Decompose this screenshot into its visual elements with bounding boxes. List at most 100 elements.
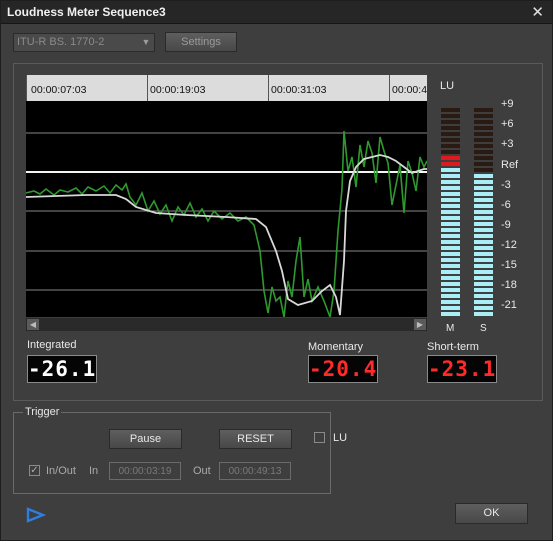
in-out-label: In/Out [46,465,76,477]
momentary-readout: -20.4 [308,355,378,383]
ruler-label: 00:00:19:03 [150,84,206,96]
meter-scale-label: +9 [501,98,514,111]
chevron-down-icon: ▼ [141,37,151,47]
momentary-label: Momentary [308,341,364,353]
meter-segment [441,312,460,316]
meter-segment [474,192,493,196]
graph-scrollbar[interactable]: ◀ ▶ [26,318,427,331]
lu-checkbox[interactable] [314,432,325,443]
loudness-graph: 00:00:07:03 00:00:19:03 00:00:31:03 00:0… [26,75,427,317]
meter-segment [474,204,493,208]
meter-segment [474,144,493,148]
meter-segment [441,276,460,280]
meter-segment [441,222,460,226]
meter-scale-label: -18 [501,278,517,291]
meter-segment [441,156,460,160]
meter-segment [441,186,460,190]
meter-scale-label: Ref [501,158,519,171]
meter-segment [474,240,493,244]
in-out-checkbox[interactable]: ✓ [29,465,40,476]
settings-button[interactable]: Settings [165,32,237,52]
meter-segment [474,174,493,178]
meter-segment [474,228,493,232]
timeline-ruler: 00:00:07:03 00:00:19:03 00:00:31:03 00:0… [26,75,427,101]
short-term-trace [26,154,427,316]
meter-segment [474,246,493,250]
meter-segment [441,150,460,154]
standard-dropdown[interactable]: ITU-R BS. 1770-2 ▼ [13,33,155,52]
play-triangle-icon[interactable] [26,507,46,523]
meter-segment [441,168,460,172]
ok-button[interactable]: OK [455,503,528,524]
out-label: Out [193,465,211,477]
meter-segment [474,180,493,184]
title-bar: Loudness Meter Sequence3 ✕ [1,1,552,24]
meter-channel-s: S [480,323,487,334]
trigger-title: Trigger [23,406,62,418]
meter-scale-label: -15 [501,258,517,271]
meter-segment [441,132,460,136]
meter-segment [474,210,493,214]
meter-scale-label: -21 [501,298,517,311]
window-title: Loudness Meter Sequence3 [7,5,166,19]
meter-scale-label: +6 [501,118,514,131]
ruler-tick [147,75,148,101]
meter-segment [474,222,493,226]
meter-segment [474,120,493,124]
ruler-tick [268,75,269,101]
meter-segment [474,216,493,220]
meter-segment [441,198,460,202]
meter-segment [474,198,493,202]
meter-segment [441,288,460,292]
meter-segment [441,306,460,310]
meter-segment [441,144,460,148]
meter-segment [474,150,493,154]
meter-segment [441,120,460,124]
meter-segment [474,312,493,316]
meter-segment [474,234,493,238]
meter-segment [474,294,493,298]
out-timecode-field[interactable]: 00:00:49:13 [219,462,291,480]
meter-segment [474,300,493,304]
close-icon[interactable]: ✕ [531,3,544,21]
meter-segment [474,306,493,310]
meter-segment [441,210,460,214]
trigger-group [13,412,331,494]
meter-segment [474,114,493,118]
meter-scale-label: -3 [501,178,511,191]
scroll-right-icon[interactable]: ▶ [414,319,426,330]
meter-channel-m: M [446,323,455,334]
meter-segment [474,132,493,136]
reset-button[interactable]: RESET [219,429,292,449]
meter-segment [441,282,460,286]
meter-segment [441,204,460,208]
meter-segment [474,276,493,280]
meter-segment [441,216,460,220]
meter-segment [474,264,493,268]
short-term-label: Short-term [427,341,479,353]
loudness-history-plot [26,130,427,317]
meter-segment [474,282,493,286]
momentary-meter-bar [441,102,460,316]
integrated-readout: -26.1 [27,355,97,383]
meter-segment [441,240,460,244]
in-timecode-field[interactable]: 00:00:03:19 [109,462,181,480]
meter-segment [474,108,493,112]
meter-segment [441,180,460,184]
meter-segment [474,186,493,190]
ruler-tick [389,75,390,101]
meter-segment [441,258,460,262]
pause-button[interactable]: Pause [109,429,182,449]
meter-segment [441,270,460,274]
short-term-readout: -23.1 [427,355,497,383]
meter-scale-label: -12 [501,238,517,251]
meter-unit-label: LU [440,80,455,92]
meter-segment [474,126,493,130]
meter-segment [441,126,460,130]
meter-segment [474,156,493,160]
loudness-meter-window: Loudness Meter Sequence3 ✕ ITU-R BS. 177… [0,0,553,541]
meter-segment [441,264,460,268]
meter-scale-label: -9 [501,218,511,231]
scroll-left-icon[interactable]: ◀ [27,319,39,330]
ruler-label: 00:00:07:03 [31,84,87,96]
